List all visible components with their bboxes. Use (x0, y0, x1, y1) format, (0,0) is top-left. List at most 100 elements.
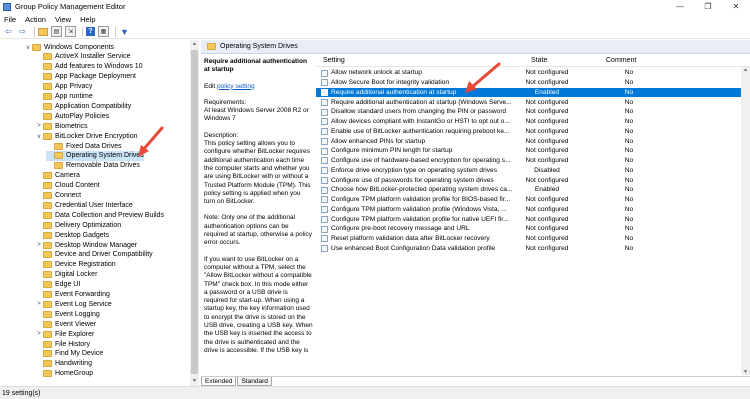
tree-item[interactable]: Delivery Optimization (35, 220, 121, 230)
setting-state: Not configured (525, 108, 569, 116)
setting-row[interactable]: Enable use of BitLocker authentication r… (316, 127, 750, 137)
show-hide-tree-icon[interactable]: ▤ (51, 26, 62, 37)
tab-extended[interactable]: Extended (201, 377, 237, 386)
tree-item[interactable]: Fixed Data Drives (46, 141, 122, 151)
tab-standard[interactable]: Standard (237, 377, 272, 386)
tree-item[interactable]: App runtime (35, 92, 93, 102)
tree-item-label: AutoPlay Policies (55, 112, 110, 120)
expand-toggle-icon[interactable]: > (35, 242, 43, 248)
tree-item[interactable]: App Package Deployment (35, 72, 136, 82)
expand-toggle-icon[interactable]: ∨ (24, 44, 32, 51)
folder-icon[interactable] (38, 27, 48, 36)
setting-row[interactable]: Configure use of hardware-based encrypti… (316, 156, 750, 166)
forward-arrow-icon[interactable]: ⇨ (17, 26, 28, 37)
menu-file[interactable]: File (4, 15, 16, 24)
tree-item[interactable]: Cloud Content (35, 181, 100, 191)
tree-item[interactable]: App Privacy (35, 82, 92, 92)
setting-row[interactable]: Configure TPM platform validation profil… (316, 205, 750, 215)
setting-state: Not configured (525, 147, 569, 155)
back-arrow-icon[interactable]: ⇦ (3, 26, 14, 37)
tree-item[interactable]: File History (35, 339, 90, 349)
status-text: 19 setting(s) (2, 389, 41, 397)
tree-item[interactable]: ActiveX Installer Service (35, 52, 130, 62)
setting-row[interactable]: Configure use of passwords for operating… (316, 175, 750, 185)
tree-scrollbar[interactable]: ▲ ▼ (190, 40, 199, 386)
setting-row[interactable]: Enforce drive encryption type on operati… (316, 166, 750, 176)
tree-item[interactable]: AutoPlay Policies (35, 111, 109, 121)
scroll-thumb[interactable] (191, 50, 198, 374)
setting-row[interactable]: Disallow standard users from changing th… (316, 107, 750, 117)
minimize-button[interactable]: — (666, 0, 694, 13)
setting-row[interactable]: Allow Secure Boot for integrity validati… (316, 78, 750, 88)
setting-row[interactable]: Allow devices compliant with InstantGo o… (316, 117, 750, 127)
setting-row[interactable]: Require additional authentication at sta… (316, 87, 750, 98)
tree-item[interactable]: > Event Log Service (35, 299, 112, 309)
menu-help[interactable]: Help (80, 15, 95, 24)
close-button[interactable]: ✕ (722, 0, 750, 13)
tree-item[interactable]: Edge UI (35, 280, 80, 290)
list-scrollbar[interactable]: ▲ ▼ (741, 67, 750, 375)
tree-item[interactable]: > Biometrics (35, 121, 88, 131)
filter-icon[interactable]: ▼ (119, 26, 130, 37)
column-state[interactable]: State (531, 57, 547, 64)
setting-row[interactable]: Configure TPM platform validation profil… (316, 214, 750, 224)
column-comment[interactable]: Comment (606, 57, 636, 64)
setting-row[interactable]: Allow enhanced PINs for startup Not confi… (316, 136, 750, 146)
properties-icon[interactable]: ▦ (98, 26, 109, 37)
policy-setting-icon (321, 215, 328, 223)
tree-item-label: File History (55, 340, 91, 348)
tree-item[interactable]: Application Compatibility (35, 101, 131, 111)
tree-item[interactable]: Digital Locker (35, 270, 97, 280)
scroll-down-icon[interactable]: ▼ (190, 377, 199, 386)
scroll-up-icon[interactable]: ▲ (741, 67, 750, 73)
tree-item[interactable]: > Desktop Window Manager (35, 240, 137, 250)
expand-toggle-icon[interactable]: > (35, 123, 43, 129)
setting-row[interactable]: Allow network unlock at startup Not confi… (316, 68, 750, 78)
setting-row[interactable]: Reset platform validation data after Bit… (316, 234, 750, 244)
folder-icon (43, 83, 52, 91)
tree-item[interactable]: Operating System Drives (46, 150, 144, 161)
tree-item[interactable]: Device and Driver Compatibility (35, 250, 153, 260)
folder-icon (43, 241, 52, 249)
tree-item[interactable]: Connect (35, 191, 81, 201)
expand-toggle-icon[interactable]: ∨ (35, 133, 43, 140)
setting-state: Not configured (525, 118, 569, 126)
tree-item[interactable]: Event Viewer (35, 319, 96, 329)
tree-item[interactable]: Removable Data Drives (46, 161, 140, 171)
column-setting[interactable]: Setting (323, 57, 345, 64)
setting-comment: No (624, 205, 634, 213)
tree-item[interactable]: Handwriting (35, 359, 92, 369)
setting-row[interactable]: Use enhanced Boot Configuration Data val… (316, 244, 750, 254)
expand-toggle-icon[interactable]: > (35, 331, 43, 337)
scroll-down-icon[interactable]: ▼ (741, 369, 750, 375)
setting-row[interactable]: Configure minimum PIN length for startup… (316, 146, 750, 156)
setting-name: Configure TPM platform validation profil… (331, 205, 507, 213)
tree-item[interactable]: Find My Device (35, 349, 103, 359)
export-icon[interactable]: ⇲ (65, 26, 76, 37)
tree-item[interactable]: ∨ BitLocker Drive Encryption (35, 131, 137, 141)
tree-item[interactable]: Event Forwarding (35, 290, 110, 300)
tree-item[interactable]: ∨ Windows Components (24, 42, 114, 52)
menu-action[interactable]: Action (25, 15, 46, 24)
setting-row[interactable]: Choose how BitLocker-protected operating… (316, 185, 750, 195)
setting-row[interactable]: Configure TPM platform validation profil… (316, 195, 750, 205)
tree-item[interactable]: Credential User Interface (35, 200, 133, 210)
policy-setting-link[interactable]: policy setting (217, 83, 255, 90)
maximize-button[interactable]: ❐ (694, 0, 722, 13)
menu-view[interactable]: View (55, 15, 71, 24)
tree-item[interactable]: Device Registration (35, 260, 116, 270)
tree-item[interactable]: > File Explorer (35, 329, 94, 339)
setting-row[interactable]: Configure pre-boot recovery message and … (316, 224, 750, 234)
tree-item-label: Event Logging (55, 310, 100, 318)
tree-item[interactable]: Camera (35, 171, 80, 181)
tree-item[interactable]: Add features to Windows 10 (35, 62, 143, 72)
tree-item[interactable]: Data Collection and Preview Builds (35, 210, 164, 220)
tree-item[interactable]: Event Logging (35, 309, 100, 319)
tree-item[interactable]: HomeGroup (35, 369, 93, 379)
tree-item[interactable]: Desktop Gadgets (35, 230, 109, 240)
expand-toggle-icon[interactable]: > (35, 301, 43, 307)
scroll-up-icon[interactable]: ▲ (190, 40, 199, 49)
tree-item-label: Device and Driver Compatibility (55, 251, 153, 259)
help-icon[interactable]: ? (86, 27, 95, 36)
setting-row[interactable]: Require additional authentication at sta… (316, 97, 750, 107)
